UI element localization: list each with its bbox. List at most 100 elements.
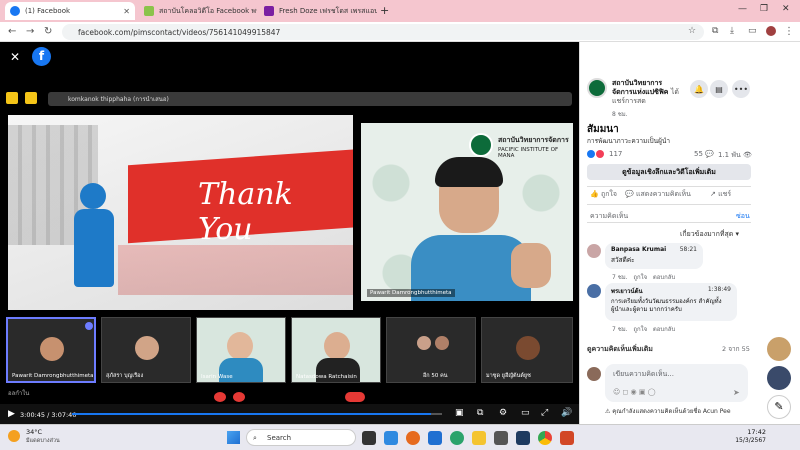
- captions-icon[interactable]: ▣: [455, 408, 464, 418]
- download-icon[interactable]: ⤓: [730, 26, 734, 36]
- comment-button[interactable]: 💬 แสดงความคิดเห็น: [625, 189, 691, 200]
- app-icon[interactable]: [516, 431, 530, 445]
- powerpoint-icon[interactable]: [560, 431, 574, 445]
- close-video-icon[interactable]: ✕: [10, 50, 20, 64]
- tile-more-icon[interactable]: [85, 322, 93, 330]
- commenter-avatar[interactable]: [587, 244, 601, 258]
- volume-icon[interactable]: 🔊: [561, 408, 572, 418]
- comment-count-block[interactable]: 55 💬: [694, 150, 714, 158]
- chrome-icon[interactable]: [538, 431, 552, 445]
- hide-comments-link[interactable]: ซ่อน: [736, 211, 750, 222]
- close-window-icon[interactable]: ✕: [782, 4, 790, 14]
- participant-video: [435, 336, 449, 350]
- comment-age: 7 ชม.: [612, 274, 628, 281]
- zoom-mic-icon[interactable]: [214, 392, 226, 402]
- comment-author[interactable]: พรเยาวน์ต้น: [611, 288, 643, 295]
- divider: [587, 204, 751, 205]
- zoom-view-icon[interactable]: [6, 92, 18, 104]
- comment-like-link[interactable]: ถูกใจ: [633, 326, 647, 333]
- app-icon[interactable]: [428, 431, 442, 445]
- clock-date[interactable]: 15/3/2567: [730, 437, 766, 444]
- more-options-icon[interactable]: •••: [732, 80, 750, 98]
- save-icon[interactable]: ▤: [710, 80, 728, 98]
- page-avatar[interactable]: [587, 78, 607, 98]
- send-icon[interactable]: ➤: [733, 388, 740, 397]
- address-bar-row: ← → ↻ facebook.com/pimscontact/videos/75…: [0, 22, 800, 42]
- store-icon[interactable]: [494, 431, 508, 445]
- new-message-icon[interactable]: ✎: [767, 395, 791, 419]
- participant-video: [40, 337, 64, 361]
- tab-freshdoze[interactable]: Fresh Doze เฟรชโดส เพรสแอนด์เชค ✕: [259, 2, 377, 20]
- zoom-video-icon[interactable]: [233, 392, 245, 402]
- commenter-avatar[interactable]: [587, 284, 601, 298]
- play-icon[interactable]: ▶: [8, 409, 15, 419]
- more-comments-link[interactable]: ดูความคิดเห็นเพิ่มเติม: [587, 344, 653, 355]
- maximize-icon[interactable]: ❐: [760, 4, 768, 14]
- file-explorer-icon[interactable]: [472, 431, 486, 445]
- view-count-block: 1.1 พัน 👁: [718, 151, 752, 159]
- comment-author-row: พรเยาวน์ต้น 1:38:49: [611, 286, 731, 296]
- theater-icon[interactable]: ▭: [521, 408, 530, 418]
- emoji-toolbar-icons[interactable]: ☺ ◻ ◉ ▣ ◯: [613, 388, 656, 396]
- browser-menu-icon[interactable]: ⋮: [784, 26, 794, 37]
- tab-facebook[interactable]: (1) Facebook ✕: [5, 2, 135, 20]
- video-time: 3:00:45 / 3:07:40: [20, 411, 77, 419]
- participant-video: [227, 332, 253, 360]
- edge-icon[interactable]: [450, 431, 464, 445]
- comment-timestamp-link[interactable]: 58:21: [680, 246, 697, 253]
- sort-dropdown[interactable]: เกี่ยวข้องมากที่สุด ▾: [680, 229, 739, 240]
- reload-icon[interactable]: ↻: [44, 26, 52, 37]
- pip-icon[interactable]: ⧉: [477, 408, 483, 418]
- participant-video: [516, 336, 540, 360]
- clock-time[interactable]: 17:42: [736, 428, 766, 436]
- task-view-icon[interactable]: [362, 431, 376, 445]
- comment-author[interactable]: Banpasa Krumai: [611, 246, 666, 253]
- forward-icon[interactable]: →: [26, 26, 34, 37]
- institute-name-thai: สถาบันวิทยาการจัดการ: [498, 136, 569, 144]
- facebook-logo-icon[interactable]: f: [32, 47, 51, 66]
- bookmark-star-icon[interactable]: ☆: [688, 26, 696, 36]
- participant-video: [417, 336, 431, 350]
- firefox-icon[interactable]: [406, 431, 420, 445]
- comment-text: สวัสดีค่ะ: [611, 256, 635, 264]
- close-tab-icon[interactable]: ✕: [123, 7, 130, 16]
- like-button[interactable]: 👍 ถูกใจ: [590, 189, 617, 200]
- comment-count: 55: [694, 150, 703, 158]
- insights-button[interactable]: ดูข้อมูลเชิงลึกและวิดีโอเพิ่มเติม: [587, 164, 751, 180]
- identity-warning-text: คุณกำลังแสดงความคิดเห็นด้วยชื่อ Acun Pee: [612, 408, 731, 415]
- bell-follow-icon[interactable]: 🔔: [690, 80, 708, 98]
- comment-bubble: Banpasa Krumai 58:21 สวัสดีค่ะ: [605, 243, 703, 269]
- comment-input[interactable]: เขียนความคิดเห็น... ☺ ◻ ◉ ▣ ◯ ➤: [605, 364, 748, 402]
- reaction-count[interactable]: 117: [609, 150, 622, 158]
- comment-reply-link[interactable]: ตอบกลับ: [653, 274, 675, 281]
- settings-gear-icon[interactable]: ⚙: [499, 408, 507, 418]
- minimize-icon[interactable]: —: [738, 4, 747, 14]
- weather-temp[interactable]: 34°C: [26, 428, 42, 436]
- share-button[interactable]: ↗ แชร์: [710, 189, 731, 200]
- comment-bubble: พรเยาวน์ต้น 1:38:49 การเตรียมทั้งวันวัฒน…: [605, 283, 737, 321]
- zoom-leave-icon[interactable]: [345, 392, 365, 402]
- comment-author-row: Banpasa Krumai 58:21: [611, 246, 697, 253]
- progress-track[interactable]: [72, 413, 442, 415]
- extensions-icon[interactable]: ⧉: [712, 26, 718, 36]
- zoom-app-icon[interactable]: [384, 431, 398, 445]
- fullscreen-icon[interactable]: ⤢: [541, 408, 548, 418]
- profile-avatar[interactable]: [766, 26, 776, 36]
- comment-like-link[interactable]: ถูกใจ: [633, 274, 647, 281]
- tab-video[interactable]: สถาบันโคลอวิดีโอ Facebook พร้อมกับ ✕: [139, 2, 257, 20]
- new-tab-icon[interactable]: +: [380, 4, 389, 17]
- page-name-block[interactable]: สถาบันวิทยาการจัดการแห่งแปซิฟิค ได้แชร์ก…: [612, 79, 682, 106]
- url-field[interactable]: facebook.com/pimscontact/videos/75614104…: [62, 24, 704, 40]
- presenter-label: komkanok thipphaha (การนำเสนอ): [68, 96, 169, 103]
- back-icon[interactable]: ←: [8, 26, 16, 37]
- taskbar-search[interactable]: ⌕ Search: [246, 429, 356, 446]
- weather-icon[interactable]: [8, 430, 20, 442]
- zoom-layout-icon[interactable]: [25, 92, 37, 104]
- speaker-hand: [511, 243, 551, 288]
- chat-head-avatar[interactable]: [767, 366, 791, 390]
- chat-head-avatar[interactable]: [767, 337, 791, 361]
- windows-start-icon[interactable]: [227, 431, 240, 444]
- sidebar-icon[interactable]: ▭: [748, 26, 757, 36]
- comment-reply-link[interactable]: ตอบกลับ: [653, 326, 675, 333]
- comment-timestamp-link[interactable]: 1:38:49: [708, 286, 731, 293]
